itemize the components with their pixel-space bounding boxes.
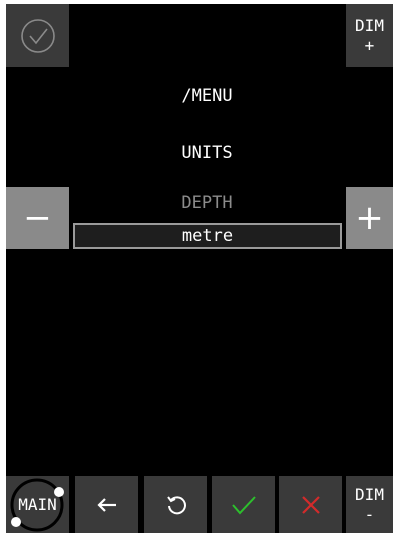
check-icon (231, 494, 257, 516)
value-field[interactable]: metre (73, 223, 342, 249)
confirm-button[interactable] (6, 4, 69, 67)
arrow-left-icon (96, 497, 118, 513)
close-icon (300, 494, 322, 516)
dim-up-button[interactable]: DIM + (346, 4, 393, 67)
menu-path: /MENU (181, 86, 233, 106)
back-button[interactable] (75, 476, 138, 533)
dim-down-label: DIM (355, 484, 384, 504)
dim-down-button[interactable]: DIM - (346, 476, 393, 533)
instrument-screen: DIM + /MENU UNITS DEPTH − + metre MAIN D… (6, 4, 393, 533)
decrement-button[interactable]: − (6, 187, 69, 249)
cancel-button[interactable] (279, 476, 342, 533)
reset-button[interactable] (144, 476, 207, 533)
dim-up-label: DIM (355, 15, 384, 35)
main-label: MAIN (18, 495, 57, 514)
main-button[interactable]: MAIN (6, 476, 69, 533)
minus-icon: − (23, 198, 52, 238)
rotate-ccw-icon (165, 494, 187, 516)
increment-button[interactable]: + (346, 187, 393, 249)
ok-button[interactable] (212, 476, 275, 533)
dim-down-sign: - (364, 504, 375, 524)
dim-up-sign: + (364, 35, 375, 55)
check-circle-icon (18, 16, 58, 56)
menu-section: UNITS (181, 143, 233, 163)
plus-icon: + (355, 198, 384, 238)
parameter-label: DEPTH (181, 193, 233, 213)
